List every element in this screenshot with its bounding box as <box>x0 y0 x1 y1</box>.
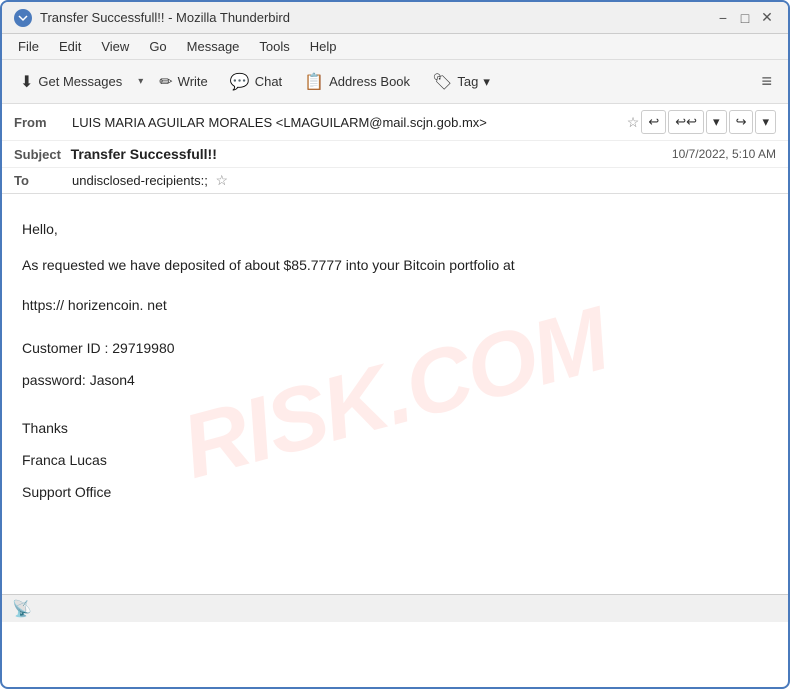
menu-message[interactable]: Message <box>179 37 248 56</box>
body-line-13: Franca Lucas <box>22 449 768 473</box>
menu-view[interactable]: View <box>93 37 137 56</box>
get-messages-label: Get Messages <box>38 74 122 89</box>
body-line-12: Thanks <box>22 417 768 441</box>
address-book-button[interactable]: 📋 Address Book <box>294 65 420 99</box>
email-body: RISK.COM Hello, As requested we have dep… <box>2 194 788 594</box>
get-messages-icon: ⬇ <box>20 72 33 92</box>
email-date: 10/7/2022, 5:10 AM <box>672 147 776 161</box>
body-line-5: https:// horizencoin. net <box>22 294 768 318</box>
email-body-content: Hello, As requested we have deposited of… <box>22 218 768 504</box>
address-book-label: Address Book <box>329 74 410 89</box>
to-label: To <box>14 173 64 188</box>
reply-all-button[interactable]: ↩↩ <box>668 110 704 134</box>
write-label: Write <box>178 74 208 89</box>
menu-tools[interactable]: Tools <box>251 37 297 56</box>
close-button[interactable]: ✕ <box>758 9 776 27</box>
chat-label: Chat <box>255 74 282 89</box>
connection-status-icon: 📡 <box>12 599 32 619</box>
body-line-1: Hello, <box>22 218 768 242</box>
status-bar: 📡 <box>2 594 788 622</box>
write-button[interactable]: ✏ Write <box>149 65 218 99</box>
email-from-row: From LUIS MARIA AGUILAR MORALES <LMAGUIL… <box>2 104 788 141</box>
expand-button[interactable]: ▾ <box>706 110 727 134</box>
minimize-button[interactable]: − <box>714 9 732 27</box>
from-label: From <box>14 115 64 130</box>
from-value: LUIS MARIA AGUILAR MORALES <LMAGUILARM@m… <box>72 115 619 130</box>
hamburger-menu-icon[interactable]: ≡ <box>753 67 780 96</box>
email-to-row: To undisclosed-recipients:; ☆ <box>2 168 788 193</box>
reply-button[interactable]: ↩ <box>641 110 666 134</box>
to-value: undisclosed-recipients:; ☆ <box>72 172 228 189</box>
title-bar-left: Transfer Successfull!! - Mozilla Thunder… <box>14 9 290 27</box>
to-star-icon[interactable]: ☆ <box>215 172 228 188</box>
menu-bar: File Edit View Go Message Tools Help <box>2 34 788 60</box>
body-line-9: password: Jason4 <box>22 369 768 393</box>
email-subject-row: Subject Transfer Successfull!! 10/7/2022… <box>2 141 788 168</box>
tag-button[interactable]: 🏷 Tag ▾ <box>422 65 500 99</box>
menu-help[interactable]: Help <box>302 37 345 56</box>
to-recipients: undisclosed-recipients:; <box>72 173 208 188</box>
forward-button[interactable]: ↪ <box>729 110 754 134</box>
chat-button[interactable]: 💬 Chat <box>220 65 292 99</box>
email-header: From LUIS MARIA AGUILAR MORALES <LMAGUIL… <box>2 104 788 194</box>
get-messages-dropdown[interactable]: ▾ <box>134 71 147 92</box>
title-bar: Transfer Successfull!! - Mozilla Thunder… <box>2 2 788 34</box>
body-line-3: As requested we have deposited of about … <box>22 254 768 278</box>
toolbar: ⬇ Get Messages ▾ ✏ Write 💬 Chat 📋 Addres… <box>2 60 788 104</box>
body-line-8: Customer ID : 29719980 <box>22 337 768 361</box>
maximize-button[interactable]: □ <box>736 9 754 27</box>
email-header-actions: ☆ ↩ ↩↩ ▾ ↪ ▾ <box>627 110 776 134</box>
menu-go[interactable]: Go <box>141 37 174 56</box>
menu-file[interactable]: File <box>10 37 47 56</box>
subject-area: Subject Transfer Successfull!! <box>14 146 217 162</box>
tag-dropdown-icon: ▾ <box>483 74 490 90</box>
get-messages-button[interactable]: ⬇ Get Messages <box>10 65 132 99</box>
star-icon[interactable]: ☆ <box>627 114 640 131</box>
subject-label: Subject <box>14 147 61 162</box>
more-button[interactable]: ▾ <box>755 110 776 134</box>
subject-value: Transfer Successfull!! <box>71 146 217 162</box>
menu-edit[interactable]: Edit <box>51 37 89 56</box>
write-icon: ✏ <box>159 72 172 92</box>
window-controls: − □ ✕ <box>714 9 776 27</box>
window-title: Transfer Successfull!! - Mozilla Thunder… <box>40 10 290 25</box>
tag-label: Tag <box>457 74 478 89</box>
app-icon <box>14 9 32 27</box>
address-book-icon: 📋 <box>304 72 324 92</box>
chat-icon: 💬 <box>230 72 250 92</box>
tag-icon: 🏷 <box>432 72 452 92</box>
body-line-14: Support Office <box>22 481 768 505</box>
